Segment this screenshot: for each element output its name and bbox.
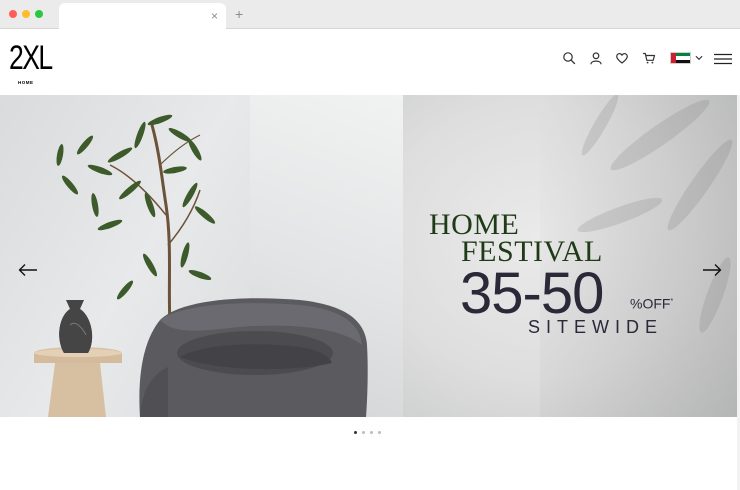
chevron-down-icon[interactable]: [695, 51, 703, 65]
maximize-window-button[interactable]: [35, 10, 43, 18]
cart-icon[interactable]: [642, 51, 656, 65]
hero-discount: 35-50: [460, 261, 604, 326]
close-window-button[interactable]: [9, 10, 17, 18]
menu-icon[interactable]: [714, 52, 732, 65]
heart-icon[interactable]: [615, 51, 629, 65]
carousel-next-arrow-icon[interactable]: [702, 263, 722, 277]
logo-wordmark: 2XL: [9, 39, 53, 77]
browser-tab[interactable]: ×: [59, 3, 226, 29]
carousel-dot[interactable]: [370, 431, 373, 434]
hero-banner[interactable]: HOME FESTIVAL 35-50 %OFF* SITEWIDE: [0, 95, 740, 417]
search-icon[interactable]: [562, 51, 576, 65]
carousel-dot[interactable]: [354, 431, 357, 434]
minimize-window-button[interactable]: [22, 10, 30, 18]
hero-illustration: [34, 95, 733, 417]
hero-sitewide: SITEWIDE: [528, 317, 664, 337]
site-logo[interactable]: 2XL HOME: [9, 39, 53, 87]
site-header: 2XL HOME: [0, 29, 740, 95]
new-tab-icon[interactable]: +: [235, 6, 243, 22]
carousel-dot[interactable]: [378, 431, 381, 434]
carousel-dot[interactable]: [362, 431, 365, 434]
carousel-pagination: [354, 431, 381, 435]
uae-flag-icon[interactable]: [670, 52, 691, 64]
hero-off-label: %OFF*: [630, 295, 674, 312]
logo-subtitle: HOME: [18, 80, 34, 85]
carousel-prev-arrow-icon[interactable]: [18, 263, 38, 277]
browser-chrome: × +: [0, 0, 740, 29]
close-tab-icon[interactable]: ×: [211, 9, 218, 23]
user-icon[interactable]: [589, 51, 603, 65]
